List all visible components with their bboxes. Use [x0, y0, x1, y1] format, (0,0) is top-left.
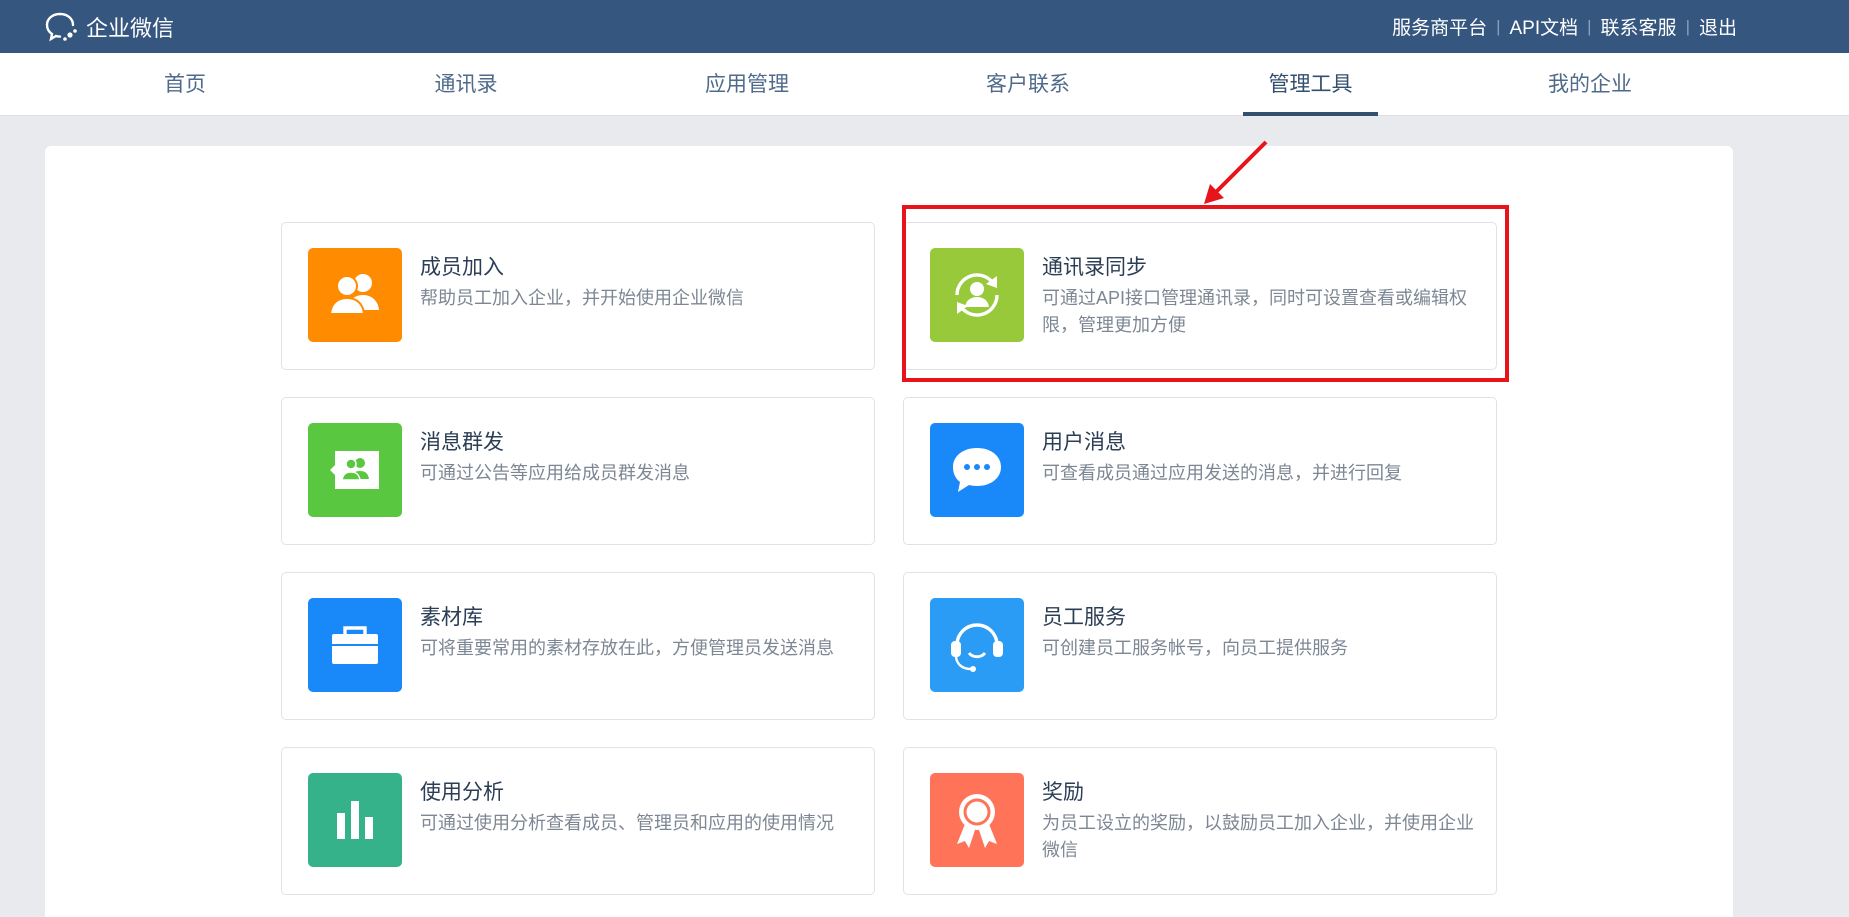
- top-bar: 企业微信 服务商平台 | API文档 | 联系客服 | 退出: [0, 0, 1849, 53]
- contact-support-link[interactable]: 联系客服: [1601, 13, 1677, 40]
- card-description: 为员工设立的奖励，以鼓励员工加入企业，并使用企业微信: [1042, 813, 1474, 860]
- card-title: 通讯录同步: [1042, 256, 1147, 279]
- card-description: 可通过公告等应用给成员群发消息: [420, 463, 690, 483]
- card-member-join[interactable]: 成员加入 帮助员工加入企业，并开始使用企业微信: [281, 222, 875, 370]
- card-description: 可将重要常用的素材存放在此，方便管理员发送消息: [420, 638, 834, 658]
- tab-my-enterprise[interactable]: 我的企业: [1525, 53, 1655, 116]
- card-material-library[interactable]: 素材库 可将重要常用的素材存放在此，方便管理员发送消息: [281, 572, 875, 720]
- bar-chart-icon: [308, 773, 402, 867]
- card-title: 奖励: [1042, 781, 1084, 804]
- card-usage-analytics[interactable]: 使用分析 可通过使用分析查看成员、管理员和应用的使用情况: [281, 747, 875, 895]
- divider: |: [1685, 16, 1690, 36]
- top-links: 服务商平台 | API文档 | 联系客服 | 退出: [1392, 13, 1737, 40]
- members-join-icon: [308, 248, 402, 342]
- card-rewards[interactable]: 奖励 为员工设立的奖励，以鼓励员工加入企业，并使用企业微信: [903, 747, 1497, 895]
- service-provider-link[interactable]: 服务商平台: [1392, 13, 1487, 40]
- app-title: 企业微信: [86, 16, 175, 41]
- tab-customer-contact[interactable]: 客户联系: [963, 53, 1093, 116]
- tab-app-management[interactable]: 应用管理: [682, 53, 812, 116]
- brand[interactable]: 企业微信: [44, 11, 174, 43]
- tab-management-tools[interactable]: 管理工具: [1243, 53, 1378, 116]
- contacts-sync-icon: [930, 248, 1024, 342]
- card-message-broadcast[interactable]: 消息群发 可通过公告等应用给成员群发消息: [281, 397, 875, 545]
- card-employee-service[interactable]: 员工服务 可创建员工服务帐号，向员工提供服务: [903, 572, 1497, 720]
- broadcast-message-icon: [308, 423, 402, 517]
- tab-home[interactable]: 首页: [120, 53, 250, 116]
- award-medal-icon: [930, 773, 1024, 867]
- card-title: 员工服务: [1042, 606, 1126, 629]
- card-title: 用户消息: [1042, 431, 1126, 454]
- card-description: 帮助员工加入企业，并开始使用企业微信: [420, 288, 744, 308]
- card-description: 可创建员工服务帐号，向员工提供服务: [1042, 638, 1348, 658]
- divider: |: [1587, 16, 1592, 36]
- headset-icon: [930, 598, 1024, 692]
- card-description: 可查看成员通过应用发送的消息，并进行回复: [1042, 463, 1402, 483]
- api-docs-link[interactable]: API文档: [1510, 13, 1579, 40]
- card-contacts-sync[interactable]: 通讯录同步 可通过API接口管理通讯录，同时可设置查看或编辑权限，管理更加方便: [903, 222, 1497, 370]
- tab-contacts[interactable]: 通讯录: [401, 53, 531, 116]
- wecom-logo-icon: [45, 12, 77, 42]
- divider: |: [1496, 16, 1501, 36]
- card-title: 素材库: [420, 606, 483, 629]
- card-title: 使用分析: [420, 781, 504, 804]
- card-description: 可通过API接口管理通讯录，同时可设置查看或编辑权限，管理更加方便: [1042, 288, 1468, 335]
- briefcase-icon: [308, 598, 402, 692]
- card-user-messages[interactable]: 用户消息 可查看成员通过应用发送的消息，并进行回复: [903, 397, 1497, 545]
- chat-bubble-icon: [930, 423, 1024, 517]
- card-title: 消息群发: [420, 431, 504, 454]
- logout-link[interactable]: 退出: [1699, 13, 1737, 40]
- main-nav: 首页 通讯录 应用管理 客户联系 管理工具 我的企业: [0, 53, 1849, 116]
- card-title: 成员加入: [420, 256, 504, 279]
- card-description: 可通过使用分析查看成员、管理员和应用的使用情况: [420, 813, 834, 833]
